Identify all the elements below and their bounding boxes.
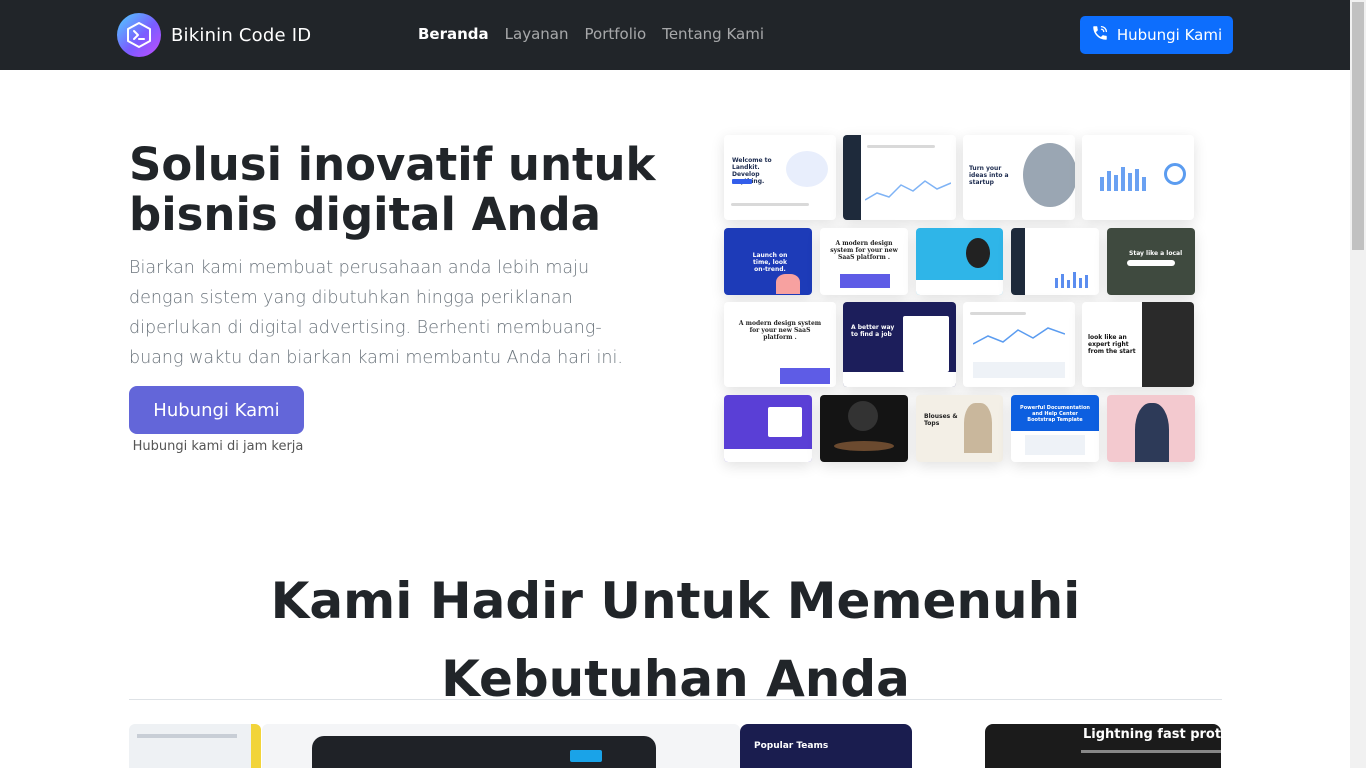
section-title: Kami Hadir Untuk Memenuhi Kebutuhan Anda — [270, 572, 1081, 708]
mosaic-tile — [963, 302, 1075, 387]
strip-label: Popular Teams — [754, 741, 829, 751]
nav-item-beranda[interactable]: Beranda — [418, 25, 489, 43]
brand-name: Bikinin Code ID — [171, 24, 312, 46]
mosaic-tile: Turn your ideas into a startup — [963, 135, 1075, 220]
page-scrollbar[interactable] — [1350, 0, 1366, 768]
hero-note: Hubungi kami di jam kerja — [132, 439, 304, 454]
portfolio-preview-image: Lightning fast prototy — [985, 724, 1221, 768]
main-nav: Beranda Layanan Portfolio Tentang Kami — [418, 25, 764, 43]
scrollbar-thumb[interactable] — [1352, 2, 1364, 250]
mosaic-tile: look like an expert right from the start — [1082, 302, 1194, 387]
mosaic-tile: Launch on time, look on-trend. — [724, 228, 812, 295]
mosaic-tile: Welcome to Landkit. Develop anything. — [724, 135, 836, 220]
portfolio-mosaic-image: Welcome to Landkit. Develop anything. Tu… — [724, 135, 1196, 462]
mosaic-tile: Blouses & Tops — [916, 395, 1003, 462]
navbar: Bikinin Code ID Beranda Layanan Portfoli… — [0, 0, 1350, 70]
mosaic-tile: A modern design system for your new SaaS… — [724, 302, 836, 387]
mosaic-tile — [1082, 135, 1194, 220]
nav-item-portfolio[interactable]: Portfolio — [585, 25, 647, 43]
mosaic-tile — [820, 395, 908, 462]
portfolio-preview-image: Popular Teams — [740, 724, 912, 768]
mosaic-tile — [916, 228, 1003, 295]
mosaic-tile: A better way to find a job — [843, 302, 956, 387]
hero-title: Solusi inovatif untuk bisnis digital And… — [129, 138, 656, 241]
mosaic-tile: Powerful Documentation and Help Center B… — [1011, 395, 1099, 462]
hero-contact-button[interactable]: Hubungi Kami — [129, 386, 304, 434]
hero-description: Biarkan kami membuat perusahaan anda leb… — [129, 258, 623, 368]
mosaic-tile — [724, 395, 812, 462]
strip-label: Lightning fast prototy — [1083, 727, 1221, 742]
brand[interactable]: Bikinin Code ID — [117, 13, 311, 57]
portfolio-preview-image — [129, 724, 261, 768]
nav-item-tentang-kami[interactable]: Tentang Kami — [662, 25, 764, 43]
phone-call-icon — [1091, 24, 1109, 46]
mosaic-tile: Stay like a local — [1107, 228, 1195, 295]
section-divider — [129, 699, 1222, 700]
portfolio-preview-image — [262, 724, 740, 768]
contact-button[interactable]: Hubungi Kami — [1080, 16, 1233, 54]
mosaic-tile: A modern design system for your new SaaS… — [820, 228, 908, 295]
terminal-icon — [117, 13, 161, 57]
mosaic-tile — [1107, 395, 1195, 462]
mosaic-tile — [1011, 228, 1099, 295]
nav-item-layanan[interactable]: Layanan — [505, 25, 569, 43]
mosaic-tile — [843, 135, 956, 220]
contact-button-label: Hubungi Kami — [1116, 26, 1223, 44]
